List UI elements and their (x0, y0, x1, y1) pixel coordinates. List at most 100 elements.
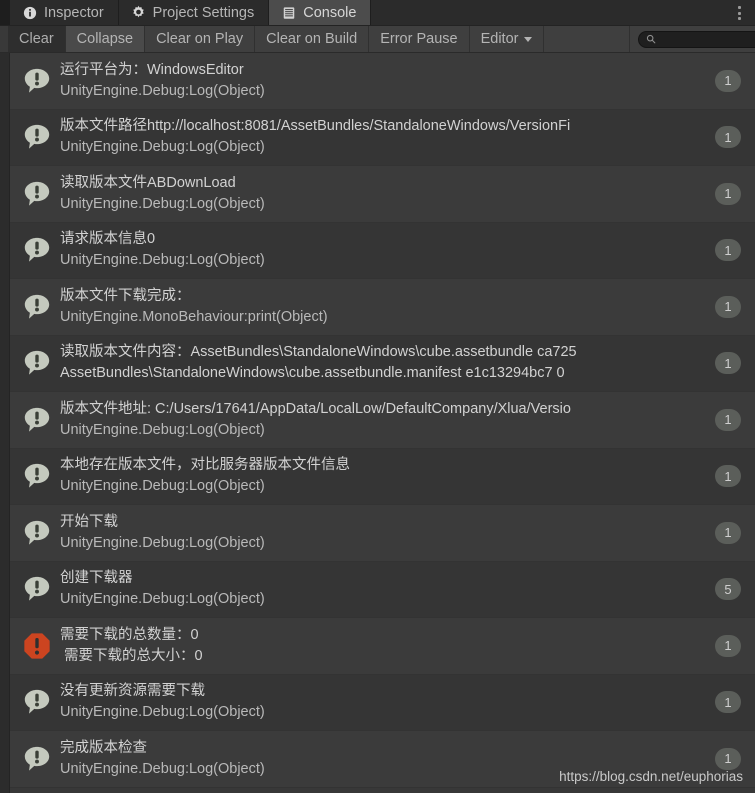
gear-icon (131, 5, 146, 20)
log-entry-message: 版本文件地址: C:/Users/17641/AppData/LocalLow/… (60, 400, 571, 417)
log-entry-count-badge: 1 (715, 465, 741, 488)
error-pause-button[interactable]: Error Pause (369, 26, 470, 52)
log-entry-message-line2: 需要下载的总大小：0 (60, 647, 203, 664)
log-entry-text: 需要下载的总数量：0 需要下载的总大小：0 (60, 625, 745, 667)
toolbar-spacer (544, 26, 630, 52)
log-entry-row[interactable]: 版本文件地址: C:/Users/17641/AppData/LocalLow/… (0, 392, 755, 449)
log-entry-count-badge: 5 (715, 578, 741, 601)
clear-on-play-button[interactable]: Clear on Play (145, 26, 256, 52)
info-icon (22, 5, 37, 20)
tab-bar-empty-space (371, 0, 755, 25)
log-entry-stacktrace: UnityEngine.Debug:Log(Object) (60, 82, 265, 99)
tab-bar: Inspector Project Settings Console (0, 0, 755, 26)
log-entry-text: 请求版本信息0 UnityEngine.Debug:Log(Object) (60, 229, 745, 271)
log-entry-row[interactable]: 请求版本信息0 UnityEngine.Debug:Log(Object) 1 (0, 222, 755, 279)
log-entry-row[interactable]: 读取版本文件内容：AssetBundles\StandaloneWindows\… (0, 335, 755, 392)
log-entry-message: 开始下载 (60, 513, 118, 530)
log-icon (22, 461, 52, 491)
log-entry-stacktrace: UnityEngine.Debug:Log(Object) (60, 139, 265, 156)
log-entry-row[interactable]: 运行平台为：WindowsEditor UnityEngine.Debug:Log… (0, 53, 755, 110)
log-icon (22, 66, 52, 96)
search-input[interactable] (661, 33, 755, 45)
log-entry-row[interactable]: 开始下载 UnityEngine.Debug:Log(Object) 1 (0, 505, 755, 562)
log-entry-row[interactable]: 读取版本文件ABDownLoad UnityEngine.Debug:Log(Ob… (0, 166, 755, 223)
search-icon (646, 34, 656, 44)
log-entry-count-badge: 1 (715, 521, 741, 544)
log-entry-text: 版本文件地址: C:/Users/17641/AppData/LocalLow/… (60, 399, 745, 441)
list-gutter (0, 53, 10, 793)
tab-console[interactable]: Console (269, 0, 372, 25)
log-entry-message: 请求版本信息0 (60, 231, 156, 248)
log-entry-message-line2: AssetBundles\StandaloneWindows\cube.asse… (60, 365, 565, 382)
log-entry-count-badge: 1 (715, 126, 741, 149)
tab-inspector[interactable]: Inspector (10, 0, 119, 25)
tab-inspector-label: Inspector (44, 4, 104, 21)
log-entry-count-badge: 1 (715, 691, 741, 714)
unity-console-window: Inspector Project Settings Console Clear… (0, 0, 755, 793)
log-entry-row[interactable]: 本地存在版本文件，对比服务器版本文件信息 UnityEngine.Debug:Lo… (0, 448, 755, 505)
log-entry-message: 本地存在版本文件，对比服务器版本文件信息 (60, 457, 350, 474)
log-entry-count-badge: 1 (715, 182, 741, 205)
log-icon (22, 518, 52, 548)
tab-project-settings[interactable]: Project Settings (118, 0, 270, 25)
log-icon (22, 574, 52, 604)
log-entry-text: 创建下载器 UnityEngine.Debug:Log(Object) (60, 568, 745, 610)
log-icon (22, 687, 52, 717)
clear-on-build-button[interactable]: Clear on Build (255, 26, 370, 52)
log-icon (22, 122, 52, 152)
log-entry-stacktrace: UnityEngine.Debug:Log(Object) (60, 760, 265, 777)
log-entry-message: 版本文件下载完成： (60, 287, 191, 304)
chevron-down-icon (524, 36, 533, 42)
log-entry-row[interactable]: 创建下载器 UnityEngine.Debug:Log(Object) 5 (0, 561, 755, 618)
log-entry-text: 开始下载 UnityEngine.Debug:Log(Object) (60, 512, 745, 554)
log-icon (22, 179, 52, 209)
log-entry-stacktrace: UnityEngine.Debug:Log(Object) (60, 252, 265, 269)
log-icon (22, 348, 52, 378)
log-entry-row[interactable]: 版本文件路径http://localhost:8081/AssetBundles… (0, 109, 755, 166)
console-toolbar: Clear Collapse Clear on Play Clear on Bu… (0, 26, 755, 53)
log-entry-count-badge: 1 (715, 295, 741, 318)
log-entry-message: 读取版本文件内容：AssetBundles\StandaloneWindows\… (60, 344, 577, 361)
log-entry-stacktrace: UnityEngine.Debug:Log(Object) (60, 195, 265, 212)
log-entry-stacktrace: UnityEngine.Debug:Log(Object) (60, 704, 265, 721)
collapse-button[interactable]: Collapse (65, 26, 146, 52)
tab-console-label: Console (303, 4, 357, 21)
log-entry-count-badge: 1 (715, 69, 741, 92)
log-icon (22, 292, 52, 322)
log-entry-text: 没有更新资源需要下载 UnityEngine.Debug:Log(Object) (60, 681, 745, 723)
log-entry-message: 完成版本检查 (60, 739, 147, 756)
log-entry-row[interactable]: 完成版本检查 UnityEngine.Debug:Log(Object) 1 (0, 731, 755, 788)
log-entry-count-badge: 1 (715, 408, 741, 431)
log-entry-stacktrace: UnityEngine.MonoBehaviour:print(Object) (60, 308, 328, 325)
log-entry-stacktrace: UnityEngine.Debug:Log(Object) (60, 591, 265, 608)
clear-button[interactable]: Clear (8, 26, 66, 52)
log-entry-message: 没有更新资源需要下载 (60, 683, 205, 700)
log-entry-text: 完成版本检查 UnityEngine.Debug:Log(Object) (60, 738, 745, 780)
editor-dropdown[interactable]: Editor (469, 26, 545, 52)
log-entry-message: 读取版本文件ABDownLoad (60, 174, 236, 191)
log-entry-message: 需要下载的总数量：0 (60, 626, 199, 643)
log-entry-row[interactable]: 版本文件下载完成： UnityEngine.MonoBehaviour:print… (0, 279, 755, 336)
log-entry-message: 创建下载器 (60, 570, 133, 587)
search-field[interactable] (638, 30, 755, 48)
error-icon (22, 631, 52, 661)
log-entry-stacktrace: UnityEngine.Debug:Log(Object) (60, 534, 265, 551)
console-icon (281, 5, 296, 20)
log-entry-message: 版本文件路径http://localhost:8081/AssetBundles… (60, 118, 571, 135)
log-entry-text: 本地存在版本文件，对比服务器版本文件信息 UnityEngine.Debug:Lo… (60, 455, 745, 497)
log-entry-count-badge: 1 (715, 747, 741, 770)
log-entry-row[interactable]: 需要下载的总数量：0 需要下载的总大小：0 1 (0, 618, 755, 675)
log-entry-text: 版本文件下载完成： UnityEngine.MonoBehaviour:print… (60, 286, 745, 328)
log-icon (22, 744, 52, 774)
log-entry-count-badge: 1 (715, 352, 741, 375)
log-entry-text: 运行平台为：WindowsEditor UnityEngine.Debug:Log… (60, 60, 745, 102)
console-log-list[interactable]: 运行平台为：WindowsEditor UnityEngine.Debug:Log… (0, 53, 755, 793)
log-entry-message: 运行平台为：WindowsEditor (60, 61, 244, 78)
log-entry-row[interactable]: 没有更新资源需要下载 UnityEngine.Debug:Log(Object) 1 (0, 674, 755, 731)
log-entry-stacktrace: UnityEngine.Debug:Log(Object) (60, 421, 265, 438)
log-entry-text: 版本文件路径http://localhost:8081/AssetBundles… (60, 116, 745, 158)
kebab-menu-icon[interactable] (729, 0, 749, 26)
log-entry-text: 读取版本文件内容：AssetBundles\StandaloneWindows\… (60, 342, 745, 384)
log-icon (22, 235, 52, 265)
search-container (630, 26, 755, 52)
